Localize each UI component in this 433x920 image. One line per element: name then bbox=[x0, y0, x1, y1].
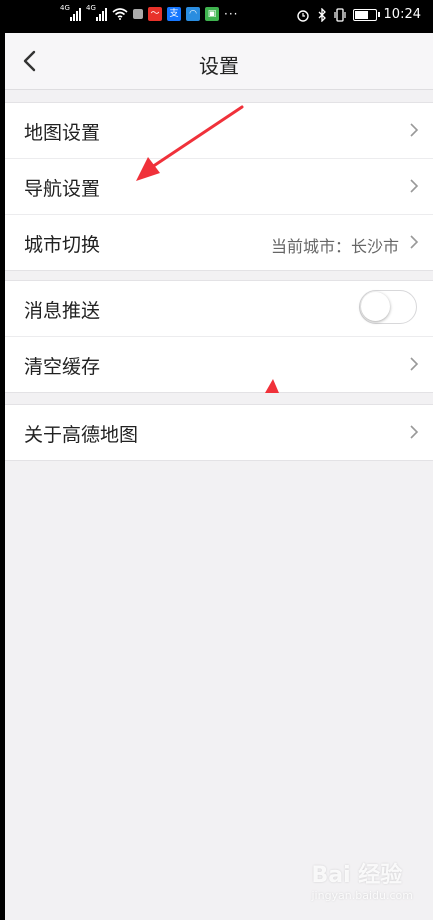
watermark-text: Bai 经验 bbox=[311, 863, 403, 888]
nav-header: 设置 bbox=[5, 33, 433, 90]
signal-1-icon: 4G bbox=[60, 4, 81, 21]
alarm-icon bbox=[296, 9, 309, 22]
watermark: Bai 经验 jingyan.baidu.com bbox=[311, 857, 413, 902]
row-label: 消息推送 bbox=[24, 300, 101, 322]
row-label: 城市切换 bbox=[24, 234, 101, 256]
more-notifications-icon: ··· bbox=[224, 7, 239, 21]
annotation-arrow-icon bbox=[136, 105, 244, 181]
vibrate-icon bbox=[333, 7, 346, 22]
device-frame: 4G 4G 〜 支 ◠ ▣ ··· 10:24 设置 地图设置 导航设置 城市切… bbox=[0, 0, 433, 920]
current-city-value: 当前城市：长沙市 bbox=[270, 237, 399, 256]
chevron-right-icon bbox=[410, 425, 419, 439]
row-label: 关于高德地图 bbox=[24, 424, 139, 446]
status-bar: 4G 4G 〜 支 ◠ ▣ ··· 10:24 bbox=[5, 0, 433, 33]
row-about[interactable]: 关于高德地图 bbox=[5, 405, 433, 460]
row-label: 导航设置 bbox=[24, 178, 101, 200]
chevron-right-icon bbox=[410, 123, 419, 137]
app-icon-1 bbox=[133, 9, 143, 19]
bluetooth-icon bbox=[318, 7, 326, 22]
row-push-messages: 消息推送 bbox=[5, 281, 433, 337]
row-clear-cache[interactable]: 清空缓存 bbox=[5, 337, 433, 392]
app-icon-red: 〜 bbox=[148, 7, 162, 21]
settings-screen: 4G 4G 〜 支 ◠ ▣ ··· 10:24 设置 地图设置 导航设置 城市切… bbox=[5, 0, 433, 920]
row-label: 清空缓存 bbox=[24, 356, 101, 378]
row-label: 地图设置 bbox=[24, 122, 101, 144]
row-city-switch[interactable]: 城市切换 当前城市：长沙市 bbox=[5, 215, 433, 270]
signal-2-icon: 4G bbox=[86, 4, 107, 21]
chevron-right-icon bbox=[410, 235, 419, 249]
push-toggle[interactable] bbox=[359, 290, 417, 324]
status-time: 10:24 bbox=[383, 7, 421, 22]
app-icon-3: ◠ bbox=[186, 7, 200, 21]
chevron-right-icon bbox=[410, 357, 419, 371]
alipay-icon: 支 bbox=[167, 7, 181, 21]
wifi-icon bbox=[112, 8, 128, 20]
toggle-knob bbox=[361, 292, 390, 321]
battery-icon bbox=[352, 8, 380, 21]
chevron-right-icon bbox=[410, 179, 419, 193]
watermark-sub: jingyan.baidu.com bbox=[311, 889, 413, 902]
page-title: 设置 bbox=[199, 54, 239, 78]
settings-group-2: 消息推送 清空缓存 bbox=[5, 280, 433, 393]
annotation-arrowhead-icon bbox=[265, 379, 279, 393]
settings-group-3: 关于高德地图 bbox=[5, 404, 433, 461]
app-icon-4: ▣ bbox=[205, 7, 219, 21]
